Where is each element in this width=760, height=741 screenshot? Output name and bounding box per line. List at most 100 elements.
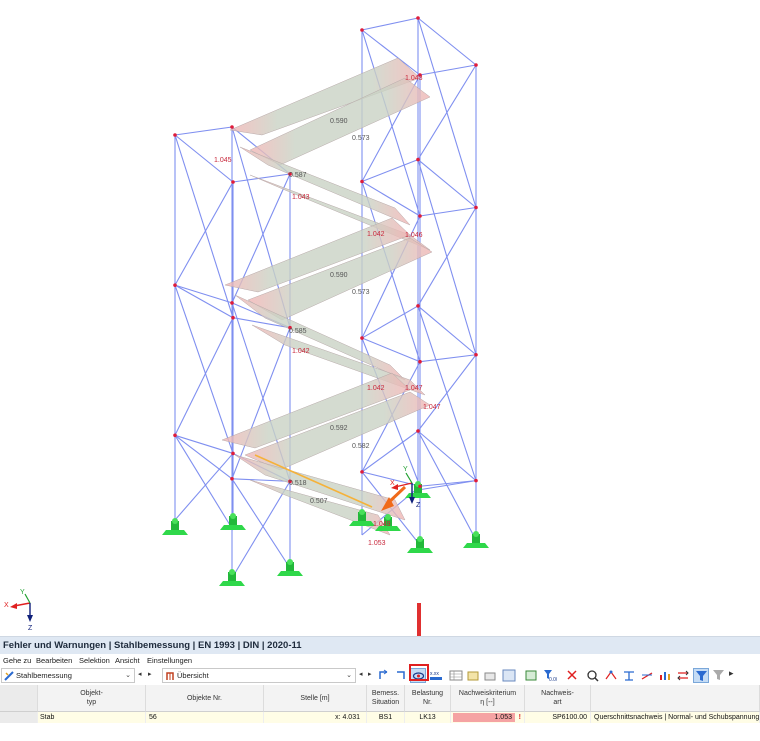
load-case-button[interactable]: [639, 668, 655, 683]
tower-b-brace[interactable]: [417, 64, 477, 160]
tower-a-brace[interactable]: [174, 435, 234, 531]
support-icon[interactable]: [162, 518, 188, 535]
menu-selection[interactable]: Selektion: [79, 656, 110, 665]
warning-icon: !: [518, 714, 521, 721]
next-view-button[interactable]: ▸: [368, 670, 372, 678]
frame-node[interactable]: [360, 179, 364, 184]
next-module-button[interactable]: ▸: [148, 670, 152, 678]
menu-view[interactable]: Ansicht: [115, 656, 140, 665]
tower-b-brace[interactable]: [417, 354, 477, 432]
tower-b-brace[interactable]: [417, 207, 477, 307]
frame-node[interactable]: [474, 478, 478, 483]
col-header-criterion[interactable]: Nachweiskriterium η [--]: [451, 685, 525, 712]
menu-settings[interactable]: Einstellungen: [147, 656, 192, 665]
frame-node[interactable]: [230, 301, 234, 305]
frame-node[interactable]: [231, 451, 235, 456]
refresh-button[interactable]: [523, 668, 539, 683]
col-header-situation[interactable]: Bemess. Situation: [367, 685, 405, 712]
frame-node[interactable]: [418, 359, 422, 364]
frame-node[interactable]: [230, 476, 234, 481]
more-tools-button[interactable]: ▸: [729, 668, 734, 679]
frame-node[interactable]: [416, 429, 420, 433]
section-button[interactable]: [621, 668, 637, 683]
frame-node[interactable]: [173, 133, 177, 137]
cell-location[interactable]: x: 4.031: [264, 712, 367, 723]
values-button[interactable]: x.xx: [428, 668, 444, 683]
prev-module-button[interactable]: ◂: [138, 670, 142, 678]
tower-b-beam[interactable]: [361, 430, 419, 473]
cell-description[interactable]: Querschnittsnachweis | Normal- und Schub…: [591, 712, 760, 723]
support-icon[interactable]: [277, 559, 303, 576]
frame-node[interactable]: [474, 352, 478, 357]
search-icon[interactable]: [585, 668, 601, 683]
filter-clear-button[interactable]: [711, 668, 727, 683]
cell-load[interactable]: LK13: [405, 712, 451, 723]
print-button[interactable]: [482, 668, 498, 683]
tower-b-beam[interactable]: [417, 159, 477, 208]
select-member-button[interactable]: [376, 668, 392, 683]
menu-goto[interactable]: Gehe zu: [3, 656, 31, 665]
cell-objects[interactable]: 56: [146, 712, 264, 723]
col-header-location[interactable]: Stelle [m]: [264, 685, 367, 712]
cell-criterion[interactable]: 1.053 !: [451, 712, 525, 723]
frame-node[interactable]: [360, 470, 364, 474]
tower-a-brace[interactable]: [174, 453, 234, 521]
filter-view-button[interactable]: [501, 668, 517, 683]
frame-node[interactable]: [360, 336, 364, 340]
error-filter-button[interactable]: [565, 668, 581, 683]
frame-node[interactable]: [231, 180, 235, 184]
frame-node[interactable]: [360, 28, 364, 32]
frame-node[interactable]: [418, 484, 422, 489]
tower-b-beam[interactable]: [419, 206, 477, 217]
frame-node[interactable]: [230, 125, 234, 129]
results-panel: Fehler und Warnungen | Stahlbemessung | …: [0, 636, 760, 741]
col-header-load[interactable]: Belastung Nr.: [405, 685, 451, 712]
frame-node[interactable]: [173, 433, 177, 438]
support-icon[interactable]: [407, 536, 433, 553]
tower-b-beam[interactable]: [361, 159, 419, 183]
support-icon[interactable]: [219, 569, 245, 586]
3d-viewport[interactable]: 1.043 1.045 0.590 0.573 0.587 1.043 1.042 1.046…: [0, 0, 760, 636]
prev-view-button[interactable]: ◂: [359, 670, 363, 678]
frame-node[interactable]: [474, 63, 478, 67]
filter-active-button[interactable]: [693, 668, 709, 683]
cell-object-type[interactable]: Stab: [38, 712, 146, 723]
tower-b-beam[interactable]: [417, 17, 477, 66]
tower-a-brace[interactable]: [174, 181, 234, 286]
col-header-objects[interactable]: Objekte Nr.: [146, 685, 264, 712]
col-header-object-type[interactable]: Objekt-typ: [38, 685, 146, 712]
tower-b-beam[interactable]: [419, 354, 477, 363]
view-select[interactable]: Übersicht ⌄: [162, 668, 356, 683]
frame-node[interactable]: [173, 283, 177, 287]
select-node-button[interactable]: [392, 668, 408, 683]
tower-b-beam[interactable]: [361, 305, 419, 339]
member-color-button[interactable]: [603, 668, 619, 683]
col-header-check-type[interactable]: Nachweis-art: [525, 685, 591, 712]
cell-situation[interactable]: BS1: [367, 712, 405, 723]
frame-node[interactable]: [416, 304, 420, 308]
swap-button[interactable]: [675, 668, 691, 683]
tower-a-beam[interactable]: [174, 434, 233, 480]
export-button[interactable]: [465, 668, 481, 683]
support-icon[interactable]: [463, 531, 489, 548]
frame-node[interactable]: [474, 205, 478, 210]
tower-b-beam[interactable]: [417, 305, 477, 356]
tower-b-beam[interactable]: [361, 17, 419, 31]
cell-check-type[interactable]: SP6100.00: [525, 712, 591, 723]
filter-values-button[interactable]: 0.00: [542, 668, 558, 683]
tower-a-beam[interactable]: [174, 434, 234, 454]
frame-node[interactable]: [416, 157, 420, 162]
tower-b-beam[interactable]: [419, 64, 477, 76]
module-select[interactable]: Stahlbemessung ⌄: [1, 668, 135, 683]
frame-node[interactable]: [416, 16, 420, 20]
table-button[interactable]: [448, 668, 464, 683]
frame-node[interactable]: [418, 214, 422, 218]
col-header-description[interactable]: [591, 685, 760, 712]
diagram-button[interactable]: [657, 668, 673, 683]
menu-edit[interactable]: Bearbeiten: [36, 656, 72, 665]
tower-a-beam[interactable]: [232, 173, 291, 183]
frame-node[interactable]: [231, 315, 235, 320]
tower-a-beam[interactable]: [174, 126, 233, 136]
tower-a-brace[interactable]: [174, 317, 234, 436]
tower-a-brace[interactable]: [174, 284, 234, 454]
